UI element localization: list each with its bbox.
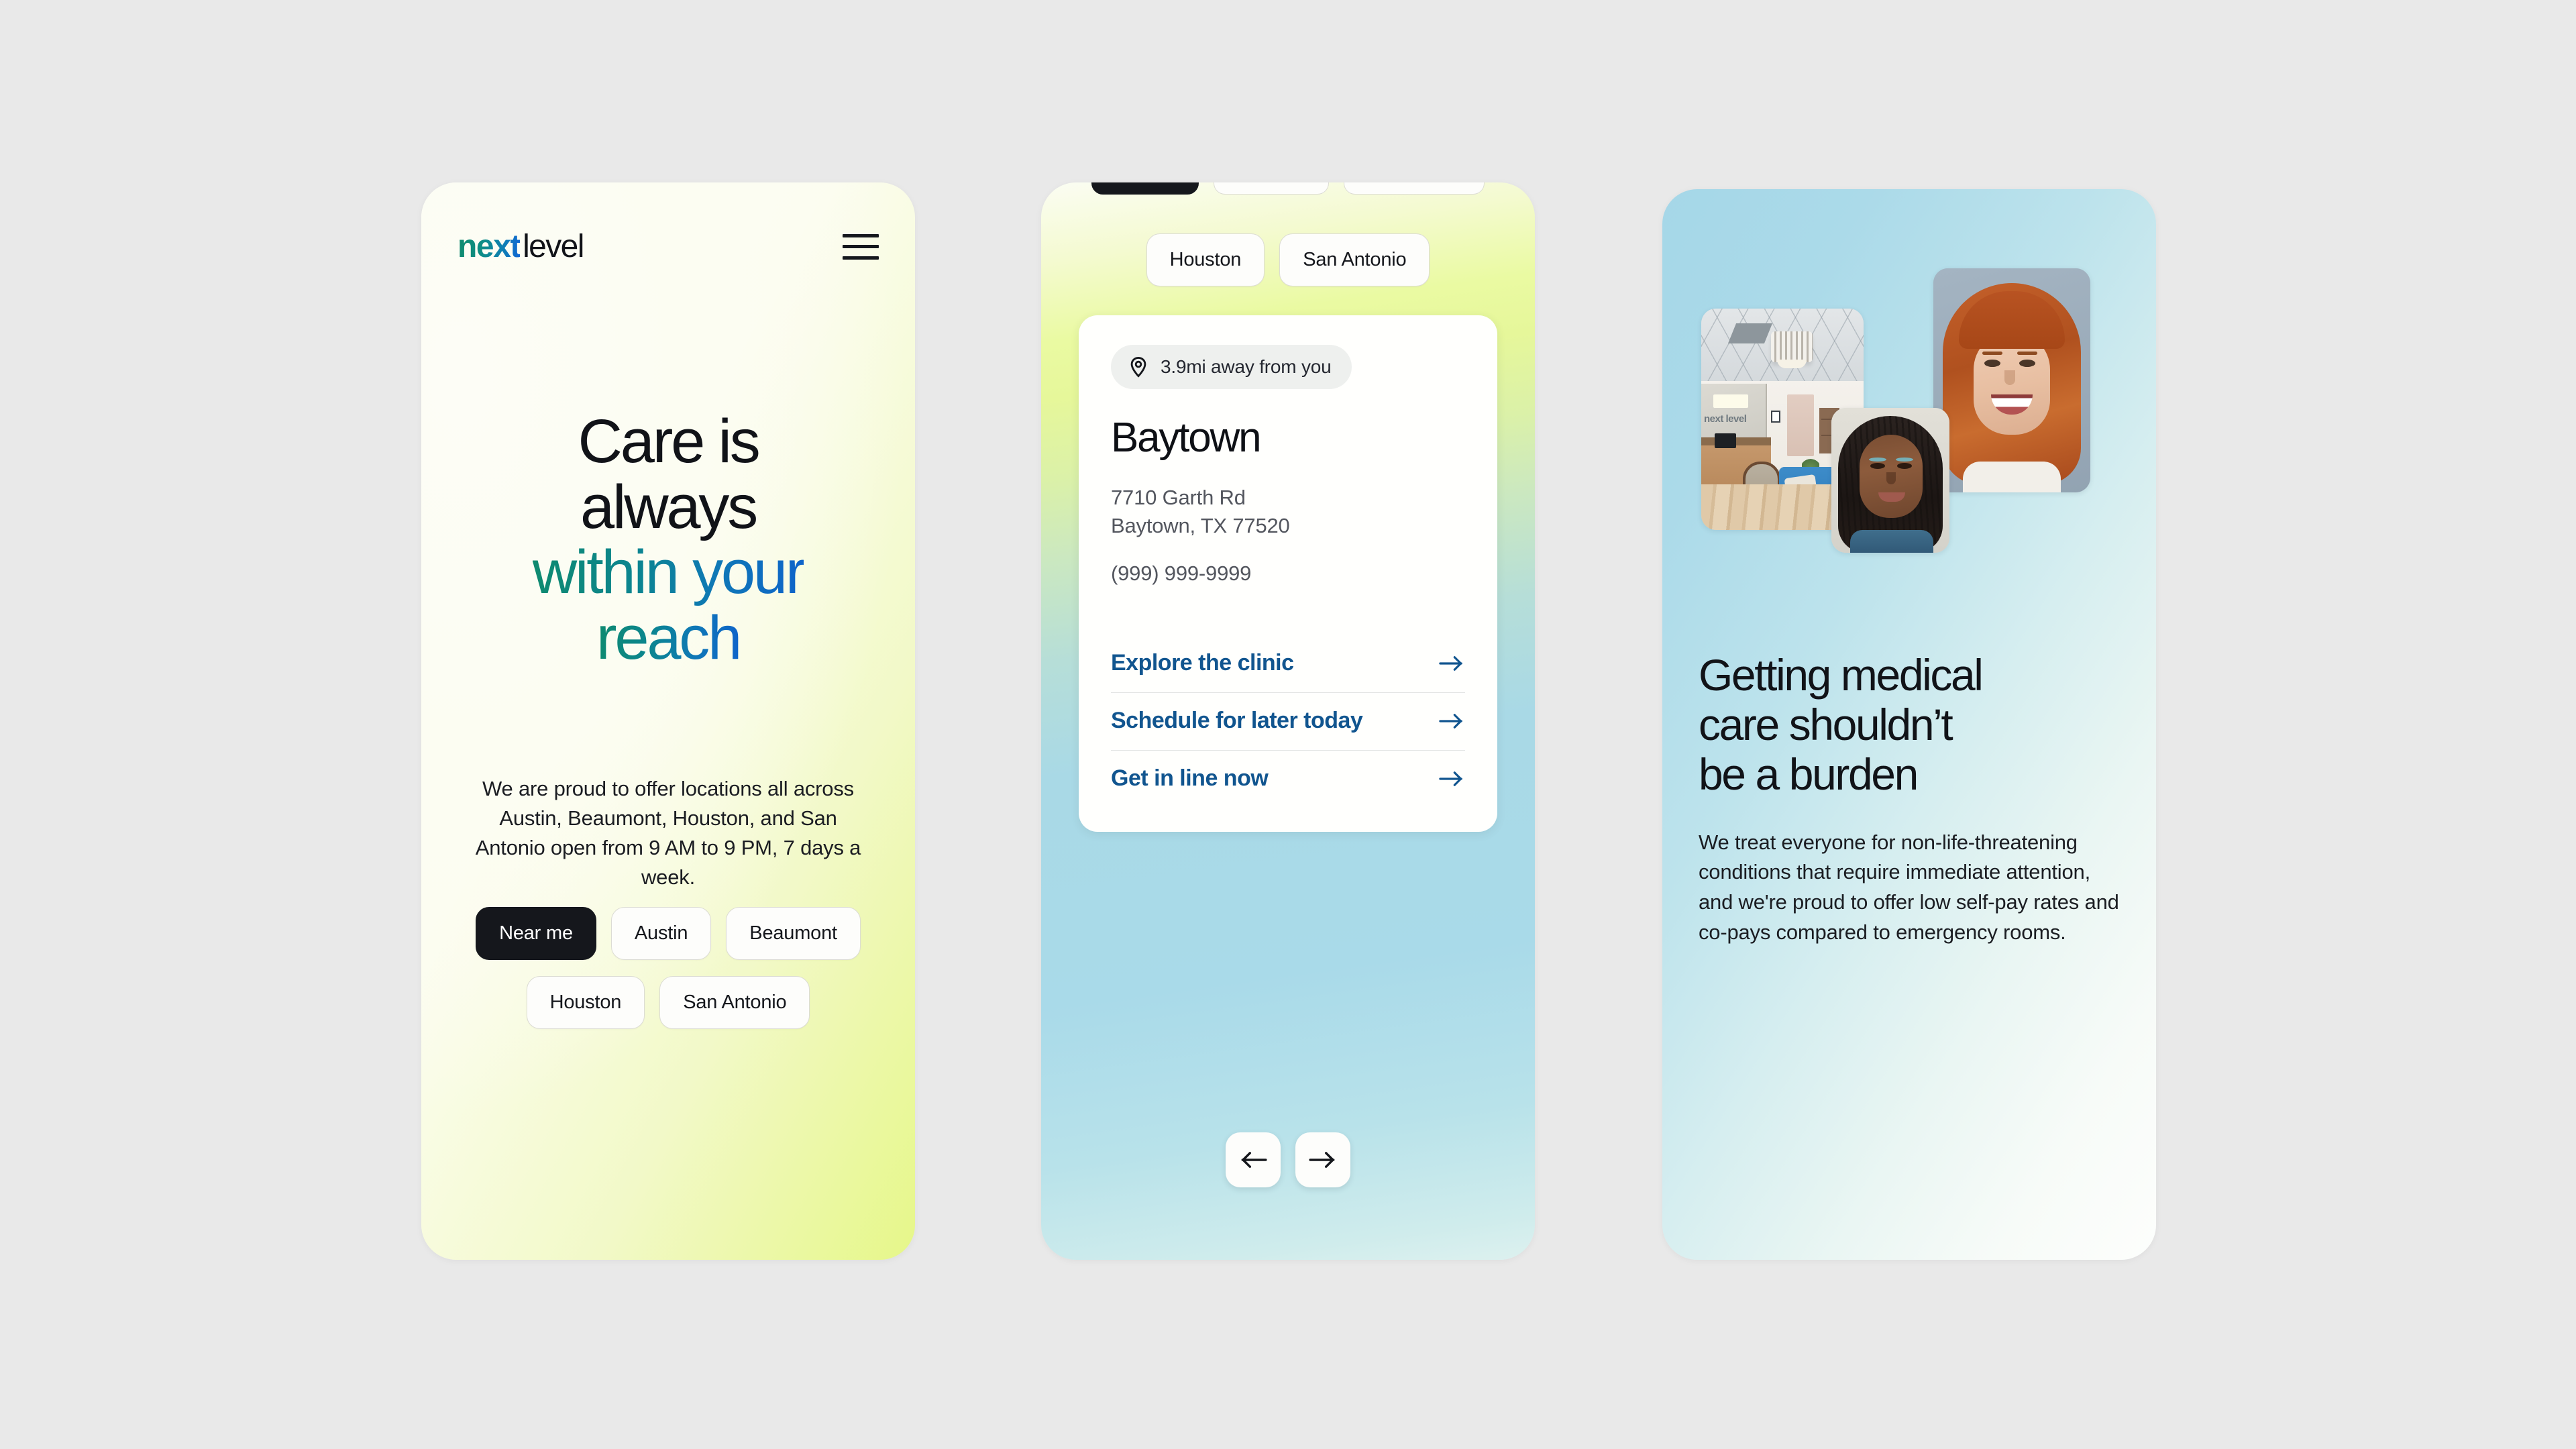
portrait1-eyeshadow-left (1869, 458, 1886, 462)
clipped-chip-row-above (1041, 182, 1535, 195)
carousel-navigation (1041, 1132, 1535, 1187)
carousel-next-button[interactable] (1295, 1132, 1350, 1187)
lobby-door (1787, 394, 1814, 456)
about-heading-line-1: Getting medical (1699, 650, 1984, 700)
chip-san-antonio[interactable]: San Antonio (659, 976, 810, 1029)
link-schedule-for-later-today[interactable]: Schedule for later today (1111, 693, 1465, 751)
portrait2-eyebrow-left (1982, 352, 2002, 355)
hamburger-bar-1 (843, 233, 879, 237)
portrait1-shirt (1850, 530, 1933, 553)
phone1-topbar: next level (458, 228, 879, 265)
location-tab-group: Houston San Antonio (1077, 233, 1499, 286)
portrait1-eyeshadow-right (1896, 458, 1913, 462)
location-chip-row-2: Houston San Antonio (458, 976, 879, 1029)
distance-badge: 3.9mi away from you (1111, 345, 1352, 389)
clipped-chip-beaumont (1344, 182, 1485, 195)
about-text-block: Getting medical care shouldn’t be a burd… (1662, 650, 2156, 947)
distance-badge-text: 3.9mi away from you (1161, 356, 1332, 377)
portrait2-nose (2004, 370, 2015, 385)
link-get-in-line-now-label: Get in line now (1111, 765, 1269, 792)
lobby-pendant-lamp (1771, 331, 1813, 368)
lobby-wall-frame (1771, 411, 1780, 423)
arrow-right-icon (1439, 771, 1462, 786)
chip-houston[interactable]: Houston (526, 976, 645, 1029)
clinic-address: 7710 Garth Rd Baytown, TX 77520 (1111, 484, 1465, 540)
chip-beaumont[interactable]: Beaumont (726, 907, 861, 960)
tab-san-antonio[interactable]: San Antonio (1279, 233, 1430, 286)
carousel-prev-button[interactable] (1226, 1132, 1281, 1187)
clinic-name: Baytown (1111, 415, 1262, 461)
arrow-right-icon (1439, 714, 1462, 729)
about-body-text: We treat everyone for non-life-threateni… (1699, 830, 2119, 944)
photo-collage: next level (1662, 189, 2156, 652)
location-pin-icon (1130, 356, 1146, 378)
address-line-2: Baytown, TX 77520 (1111, 514, 1290, 538)
clipped-chip-austin (1214, 182, 1329, 195)
brand-logo[interactable]: next level (458, 228, 584, 265)
phone-mockup-home: next level Care is always within your re… (421, 182, 915, 1260)
about-heading-line-2: care shouldn’t (1699, 699, 1953, 749)
arrow-right-icon (1439, 656, 1462, 671)
logo-text-level: level (523, 229, 584, 264)
portrait2-eye-right (2019, 360, 2035, 367)
phone-mockup-clinic-detail: Houston San Antonio 3.9mi away from you … (1041, 182, 1535, 1260)
hamburger-menu-icon[interactable] (843, 233, 879, 260)
screenshot-canvas: next level Care is always within your re… (0, 0, 2576, 1449)
hero-subtext: We are proud to offer locations all acro… (475, 777, 861, 890)
link-schedule-for-later-today-label: Schedule for later today (1111, 708, 1363, 734)
phone-mockup-about: next level Getting medical care shouldn’… (1662, 189, 2156, 1260)
about-heading-line-3: be a burden (1699, 749, 1919, 799)
headline-line-1: Care is (578, 407, 760, 476)
lobby-monitor (1715, 433, 1736, 448)
patient-portrait-photo-1 (1831, 408, 1949, 553)
clinic-phone-number: (999) 999-9999 (1111, 561, 1252, 586)
arrow-right-icon (1309, 1152, 1335, 1168)
hero-headline: Care is always within your reach (458, 409, 879, 671)
portrait1-eye-right (1897, 463, 1912, 469)
chip-near-me[interactable]: Near me (476, 907, 596, 960)
chip-austin[interactable]: Austin (610, 907, 712, 960)
portrait1-eye-left (1870, 463, 1885, 469)
portrait1-nose (1886, 472, 1896, 484)
address-line-1: 7710 Garth Rd (1111, 486, 1246, 510)
clipped-chip-near-me (1091, 182, 1199, 195)
lobby-wall-logo: next level (1704, 413, 1747, 425)
portrait2-eyebrow-right (2017, 352, 2037, 355)
clinic-detail-card: 3.9mi away from you Baytown 7710 Garth R… (1079, 315, 1497, 833)
location-chip-row-1: Near me Austin Beaumont (458, 907, 879, 960)
headline-line-3: within your (532, 538, 806, 607)
link-explore-the-clinic[interactable]: Explore the clinic (1111, 635, 1465, 694)
hamburger-bar-3 (843, 256, 879, 260)
arrow-left-icon (1241, 1152, 1267, 1168)
about-heading: Getting medical care shouldn’t be a burd… (1699, 650, 2120, 800)
portrait2-eye-left (1984, 360, 2000, 367)
location-chip-group: Near me Austin Beaumont Houston San Anto… (458, 907, 879, 1045)
clinic-action-list: Explore the clinic Schedule for later to… (1111, 635, 1465, 796)
patient-portrait-photo-2 (1933, 268, 2090, 492)
logo-text-next: next (458, 229, 521, 264)
lobby-light-panel (1713, 394, 1748, 408)
headline-line-2: always (580, 472, 758, 541)
tab-houston[interactable]: Houston (1146, 233, 1265, 286)
link-explore-the-clinic-label: Explore the clinic (1111, 650, 1294, 676)
link-get-in-line-now[interactable]: Get in line now (1111, 751, 1465, 796)
hamburger-bar-2 (843, 245, 879, 248)
portrait2-shirt (1963, 462, 2061, 492)
headline-line-4: reach (596, 603, 742, 672)
